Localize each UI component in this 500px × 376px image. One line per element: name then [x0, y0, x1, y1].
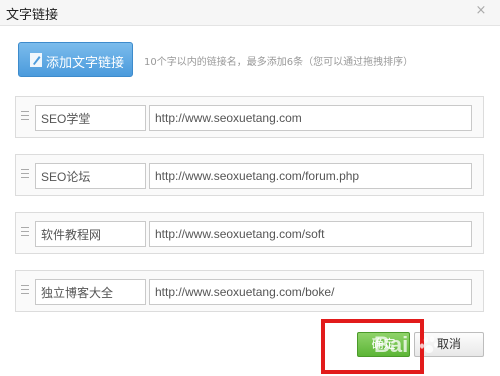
- drag-handle-icon[interactable]: [21, 111, 29, 122]
- add-hint-text: 10个字以内的链接名，最多添加6条（您可以通过拖拽排序）: [144, 57, 414, 68]
- link-name-input[interactable]: [35, 105, 146, 131]
- link-url-input[interactable]: [149, 279, 472, 305]
- link-url-input[interactable]: [149, 105, 472, 131]
- link-name-input[interactable]: [35, 279, 146, 305]
- link-row: [15, 270, 484, 312]
- link-name-input[interactable]: [35, 221, 146, 247]
- link-row: [15, 212, 484, 254]
- drag-handle-icon[interactable]: [21, 169, 29, 180]
- cancel-button[interactable]: 取消: [414, 332, 484, 357]
- link-url-input[interactable]: [149, 163, 472, 189]
- add-text-link-button[interactable]: 添加文字链接: [18, 42, 133, 77]
- link-row: [15, 154, 484, 196]
- link-url-input[interactable]: [149, 221, 472, 247]
- link-row: [15, 96, 484, 138]
- dialog-titlebar: 文字链接 ×: [0, 0, 500, 26]
- edit-icon: [30, 53, 42, 67]
- drag-handle-icon[interactable]: [21, 285, 29, 296]
- dialog-title: 文字链接: [6, 8, 59, 23]
- confirm-button[interactable]: 确定: [357, 332, 410, 357]
- drag-handle-icon[interactable]: [21, 227, 29, 238]
- add-button-label: 添加文字链接: [46, 56, 125, 71]
- close-icon[interactable]: ×: [474, 4, 488, 18]
- link-dialog: 文字链接 × 添加文字链接 10个字以内的链接名，最多添加6条（您可以通过拖拽排…: [0, 0, 500, 376]
- link-name-input[interactable]: [35, 163, 146, 189]
